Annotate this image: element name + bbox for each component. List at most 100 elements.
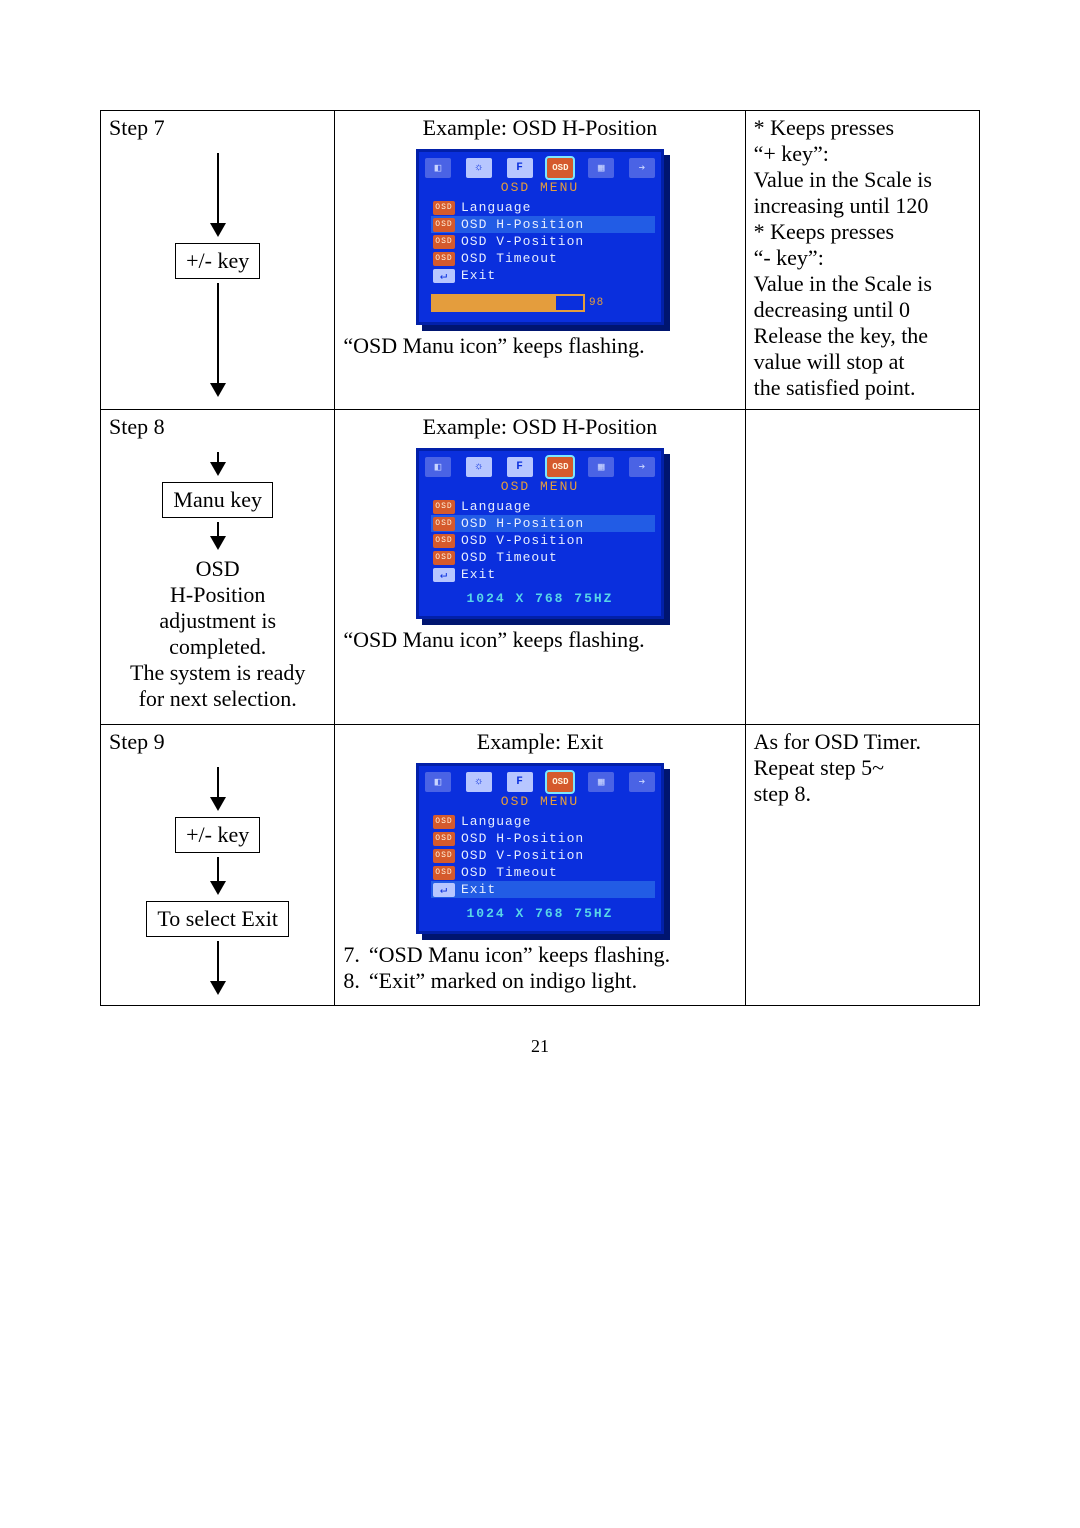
osd-menu-item-hposition: OSDOSD H-Position	[431, 216, 655, 233]
exit-return-icon: ↵	[433, 269, 455, 283]
osd-badge-icon: OSD	[433, 252, 455, 266]
brightness-icon: ☼	[466, 457, 492, 477]
exit-return-icon: ↵	[433, 568, 455, 582]
flow-box-key: +/- key	[175, 243, 260, 279]
flow-box-manu-key: Manu key	[162, 482, 273, 518]
row9-left: Step 9 +/- key To select Exit	[101, 725, 335, 1006]
arrow-down-line	[217, 857, 219, 881]
function-icon: F	[507, 158, 533, 178]
exit-return-icon: ↵	[433, 883, 455, 897]
osd-badge-icon: OSD	[433, 832, 455, 846]
osd-badge-icon: OSD	[433, 235, 455, 249]
arrow-down-head	[210, 881, 226, 895]
right-text-line: Repeat step 5~	[754, 755, 971, 781]
function-icon: F	[507, 457, 533, 477]
osd-gauge-track	[431, 294, 585, 312]
osd-badge-icon: OSD	[433, 201, 455, 215]
right-text-line: “+ key”:	[754, 141, 971, 167]
osd-tab-selected-icon: OSD	[547, 457, 573, 477]
grid-icon: ▦	[588, 772, 614, 792]
row8-right	[745, 410, 979, 725]
arrow-down-line	[217, 522, 219, 536]
osd-menu-item-language: OSDLanguage	[431, 813, 655, 830]
arrow-down-head	[210, 536, 226, 550]
screenshot-caption: “OSD Manu icon” keeps flashing.	[343, 627, 736, 653]
osd-menu-item-exit: ↵Exit	[431, 881, 655, 898]
osd-badge-icon: OSD	[433, 517, 455, 531]
osd-resolution-text: 1024 X 768 75HZ	[425, 591, 655, 606]
arrow-down-head	[210, 223, 226, 237]
example-title: Example: OSD H-Position	[343, 414, 736, 440]
right-text-line: * Keeps presses	[754, 115, 971, 141]
osd-tab-icon: ◧	[425, 158, 451, 178]
osd-menu-item-hposition: OSDOSD H-Position	[431, 515, 655, 532]
osd-gauge: 98	[425, 294, 655, 312]
osd-badge-icon: OSD	[433, 500, 455, 514]
osd-menu-item-vposition: OSDOSD V-Position	[431, 532, 655, 549]
osd-screenshot-row8: ◧ ☼ F OSD ▦ ➔ OSD MENU OSDLanguage OSDOS…	[416, 448, 664, 619]
right-text-line: value will stop at	[754, 349, 971, 375]
osd-tab-bar: ◧ ☼ F OSD ▦ ➔	[425, 158, 655, 178]
osd-badge-icon: OSD	[433, 218, 455, 232]
arrow-down-line	[217, 941, 219, 981]
osd-menu-item-language: OSDLanguage	[431, 199, 655, 216]
exit-arrow-icon: ➔	[629, 158, 655, 178]
exit-arrow-icon: ➔	[629, 457, 655, 477]
osd-menu-item-language: OSDLanguage	[431, 498, 655, 515]
step-label: Step 7	[109, 115, 165, 141]
row7-left: Step 7 +/- key	[101, 111, 335, 410]
row7-middle: Example: OSD H-Position ◧ ☼ F OSD ▦ ➔ OS…	[335, 111, 745, 410]
osd-menu-list: OSDLanguage OSDOSD H-Position OSDOSD V-P…	[425, 813, 655, 898]
osd-resolution-text: 1024 X 768 75HZ	[425, 906, 655, 921]
example-title: Example: Exit	[343, 729, 736, 755]
osd-tab-bar: ◧ ☼ F OSD ▦ ➔	[425, 457, 655, 477]
arrow-down-line	[217, 153, 219, 223]
brightness-icon: ☼	[466, 158, 492, 178]
osd-gauge-value: 98	[589, 297, 604, 309]
osd-tab-selected-icon: OSD	[547, 158, 573, 178]
osd-menu-item-vposition: OSDOSD V-Position	[431, 847, 655, 864]
osd-menu-item-timeout: OSDOSD Timeout	[431, 250, 655, 267]
brightness-icon: ☼	[466, 772, 492, 792]
right-text-line: the satisfied point.	[754, 375, 971, 401]
page-number: 21	[100, 1036, 980, 1057]
right-text-line: step 8.	[754, 781, 971, 807]
osd-menu-title: OSD MENU	[425, 180, 655, 195]
screenshot-caption-8: 8. “Exit” marked on indigo light.	[343, 968, 736, 994]
row9-right: As for OSD Timer.Repeat step 5~step 8.	[745, 725, 979, 1006]
row9-middle: Example: Exit ◧ ☼ F OSD ▦ ➔ OSD MENU OSD…	[335, 725, 745, 1006]
arrow-down-head	[210, 462, 226, 476]
exit-arrow-icon: ➔	[629, 772, 655, 792]
osd-badge-icon: OSD	[433, 534, 455, 548]
osd-badge-icon: OSD	[433, 866, 455, 880]
step-label: Step 9	[109, 729, 165, 755]
right-text-line: “- key”:	[754, 245, 971, 271]
osd-menu-item-timeout: OSDOSD Timeout	[431, 864, 655, 881]
row8-middle: Example: OSD H-Position ◧ ☼ F OSD ▦ ➔ OS…	[335, 410, 745, 725]
osd-tab-selected-icon: OSD	[547, 772, 573, 792]
right-text-line: Value in the Scale is	[754, 167, 971, 193]
osd-tab-icon: ◧	[425, 772, 451, 792]
arrow-down-head	[210, 383, 226, 397]
osd-menu-title: OSD MENU	[425, 794, 655, 809]
example-title: Example: OSD H-Position	[343, 115, 736, 141]
osd-screenshot-row7: ◧ ☼ F OSD ▦ ➔ OSD MENU OSDLanguage OSDOS…	[416, 149, 664, 325]
flow-box-select-exit: To select Exit	[146, 901, 289, 937]
right-text-line: decreasing until 0	[754, 297, 971, 323]
osd-gauge-fill	[433, 296, 556, 310]
osd-badge-icon: OSD	[433, 551, 455, 565]
osd-menu-item-exit: ↵Exit	[431, 566, 655, 583]
function-icon: F	[507, 772, 533, 792]
osd-badge-icon: OSD	[433, 849, 455, 863]
osd-menu-item-vposition: OSDOSD V-Position	[431, 233, 655, 250]
row7-right: * Keeps presses“+ key”:Value in the Scal…	[745, 111, 979, 410]
grid-icon: ▦	[588, 457, 614, 477]
screenshot-caption-7: 7. “OSD Manu icon” keeps flashing.	[343, 942, 736, 968]
arrow-down-line	[217, 767, 219, 797]
arrow-down-head	[210, 981, 226, 995]
osd-menu-item-hposition: OSDOSD H-Position	[431, 830, 655, 847]
osd-screenshot-row9: ◧ ☼ F OSD ▦ ➔ OSD MENU OSDLanguage OSDOS…	[416, 763, 664, 934]
osd-menu-list: OSDLanguage OSDOSD H-Position OSDOSD V-P…	[425, 498, 655, 583]
osd-menu-item-exit: ↵Exit	[431, 267, 655, 284]
osd-menu-title: OSD MENU	[425, 479, 655, 494]
